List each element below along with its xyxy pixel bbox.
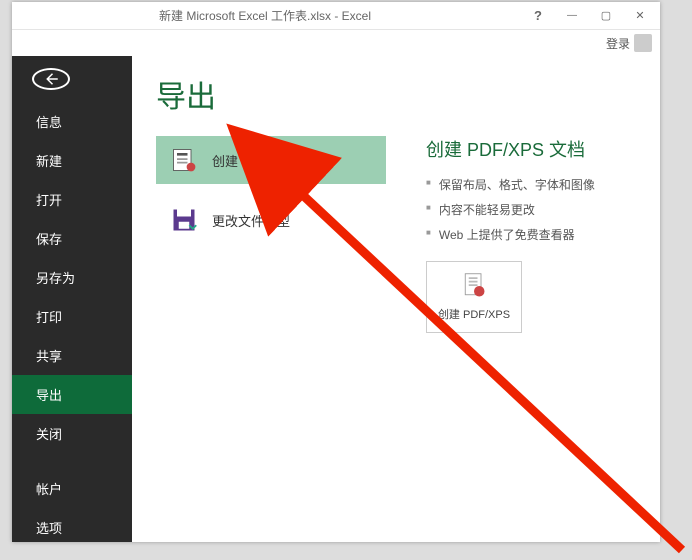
window-controls <box>518 4 660 28</box>
sidebar-item-close[interactable]: 关闭 <box>12 414 132 453</box>
create-pdf-button[interactable]: 创建 PDF/XPS <box>426 261 522 333</box>
signin-link[interactable]: 登录 <box>606 35 630 52</box>
titlebar: 新建 Microsoft Excel 工作表.xlsx - Excel <box>12 2 660 30</box>
detail-panel: 创建 PDF/XPS 文档 保留布局、格式、字体和图像 内容不能轻易更改 Web… <box>426 136 636 333</box>
sidebar-item-print[interactable]: 打印 <box>12 297 132 336</box>
option-change-filetype[interactable]: 更改文件类型 <box>156 196 386 244</box>
detail-bullet: Web 上提供了免费查看器 <box>426 226 636 243</box>
sidebar-item-save[interactable]: 保存 <box>12 219 132 258</box>
sidebar-item-export[interactable]: 导出 <box>12 375 132 414</box>
minimize-icon[interactable] <box>558 4 586 28</box>
save-icon <box>170 206 198 234</box>
detail-bullet: 保留布局、格式、字体和图像 <box>426 176 636 193</box>
window-title: 新建 Microsoft Excel 工作表.xlsx - Excel <box>12 7 518 24</box>
main-area: 信息 新建 打开 保存 另存为 打印 共享 导出 关闭 帐户 选项 导出 <box>12 56 660 542</box>
sidebar-item-share[interactable]: 共享 <box>12 336 132 375</box>
avatar-icon[interactable] <box>634 34 652 52</box>
sidebar-item-new[interactable]: 新建 <box>12 141 132 180</box>
sidebar: 信息 新建 打开 保存 另存为 打印 共享 导出 关闭 帐户 选项 <box>12 56 132 542</box>
excel-backstage-window: 新建 Microsoft Excel 工作表.xlsx - Excel 登录 信… <box>12 2 660 542</box>
detail-bullet: 内容不能轻易更改 <box>426 201 636 218</box>
arrow-left-icon <box>42 70 60 88</box>
options-panel: 创建 PDF/XPS 文档 更改文件类型 创建 PDF/XPS 文档 保留布局、… <box>156 136 636 333</box>
close-icon[interactable] <box>626 4 654 28</box>
page-title: 导出 <box>156 72 636 116</box>
sidebar-item-saveas[interactable]: 另存为 <box>12 258 132 297</box>
option-create-pdf[interactable]: 创建 PDF/XPS 文档 <box>156 136 386 184</box>
sidebar-item-options[interactable]: 选项 <box>12 508 132 547</box>
option-change-filetype-label: 更改文件类型 <box>212 211 290 230</box>
maximize-icon[interactable] <box>592 4 620 28</box>
sidebar-item-info[interactable]: 信息 <box>12 102 132 141</box>
sidebar-item-account[interactable]: 帐户 <box>12 469 132 508</box>
option-create-pdf-label: 创建 PDF/XPS 文档 <box>212 151 327 170</box>
content-panel: 导出 创建 PDF/XPS 文档 更改文件类型 <box>132 56 660 542</box>
sidebar-item-open[interactable]: 打开 <box>12 180 132 219</box>
pdf-icon <box>170 146 198 174</box>
option-list: 创建 PDF/XPS 文档 更改文件类型 <box>156 136 386 333</box>
document-icon <box>460 272 488 300</box>
signin-row: 登录 <box>12 30 660 56</box>
back-button[interactable] <box>32 68 70 90</box>
create-pdf-button-label: 创建 PDF/XPS <box>438 306 510 322</box>
detail-heading: 创建 PDF/XPS 文档 <box>426 136 636 162</box>
help-icon[interactable] <box>524 4 552 28</box>
